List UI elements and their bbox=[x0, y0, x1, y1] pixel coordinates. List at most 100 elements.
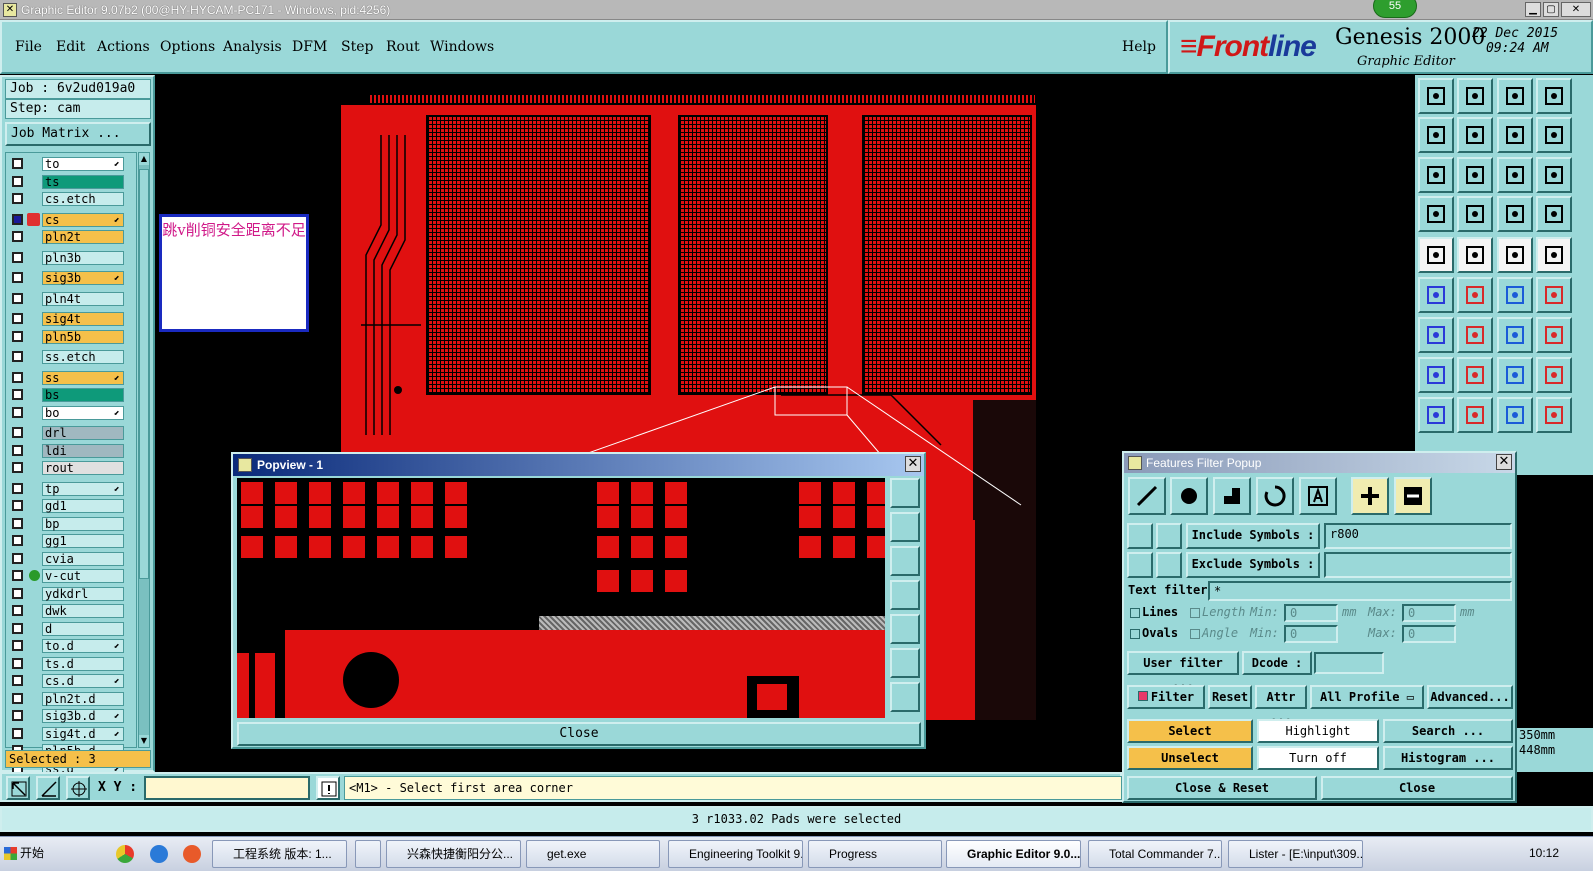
maximize-button[interactable]: ▢ bbox=[1543, 2, 1559, 17]
task-eng-system[interactable]: 工程系统 版本: 1... bbox=[212, 840, 347, 868]
layer-row[interactable]: ss.etch bbox=[8, 350, 124, 364]
layer-row[interactable]: cvia bbox=[8, 551, 124, 566]
pv-zoom-icon[interactable] bbox=[890, 478, 920, 508]
help-icon[interactable] bbox=[1536, 157, 1572, 193]
arc-icon[interactable] bbox=[1497, 317, 1533, 353]
triangle-a-icon[interactable] bbox=[1457, 397, 1493, 433]
layer-name[interactable]: gd1 bbox=[42, 499, 124, 513]
layer-row[interactable]: dwk bbox=[8, 604, 124, 618]
layer-checkbox[interactable] bbox=[12, 535, 23, 546]
pv-pan-left-icon[interactable] bbox=[890, 580, 920, 610]
include-pick2-icon[interactable] bbox=[1156, 523, 1182, 549]
layer-checkbox[interactable] bbox=[12, 158, 23, 169]
triangle-icon[interactable] bbox=[1418, 397, 1454, 433]
start-button[interactable]: 开始 bbox=[2, 840, 52, 868]
task-xingsen[interactable]: 兴森快捷衡阳分公... bbox=[386, 840, 521, 868]
task-lister[interactable]: Lister - [E:\input\309... bbox=[1228, 840, 1363, 868]
pv-pan-down-icon[interactable] bbox=[890, 546, 920, 576]
copy-icon[interactable] bbox=[1536, 357, 1572, 393]
text-filter-input[interactable]: * bbox=[1208, 581, 1512, 601]
layer-row[interactable]: bo ⬋ bbox=[8, 405, 124, 420]
snap-icon[interactable] bbox=[6, 776, 30, 800]
menu-rout[interactable]: Rout bbox=[386, 39, 420, 55]
layer-name[interactable]: sig4t.d ⬋ bbox=[42, 726, 124, 741]
layer-checkbox[interactable] bbox=[12, 482, 23, 494]
layer-checkbox[interactable] bbox=[12, 175, 23, 187]
layer-checkbox[interactable] bbox=[12, 251, 23, 263]
line-dash-icon[interactable] bbox=[1457, 357, 1493, 393]
layer-name[interactable]: ldi bbox=[42, 443, 124, 458]
layer-name[interactable]: ts bbox=[42, 174, 124, 189]
drill-pad-icon[interactable] bbox=[1418, 237, 1454, 273]
layer-row[interactable]: ss ⬋ bbox=[8, 370, 124, 385]
layer-name[interactable]: pln3b bbox=[42, 250, 124, 265]
layer-name[interactable]: dwk bbox=[42, 604, 124, 618]
layer-checkbox[interactable] bbox=[12, 427, 23, 438]
include-symbols-label[interactable]: Include Symbols : bbox=[1186, 523, 1320, 549]
layer-row[interactable]: d bbox=[8, 621, 124, 636]
arrow-point-icon[interactable] bbox=[1536, 277, 1572, 313]
ratio-icon[interactable] bbox=[1497, 157, 1533, 193]
negative-polarity-button[interactable] bbox=[1394, 477, 1432, 515]
snap-line-icon[interactable] bbox=[1536, 196, 1572, 232]
layer-checkbox[interactable] bbox=[12, 213, 23, 225]
menu-dfm[interactable]: DFM bbox=[292, 39, 327, 55]
popview-canvas[interactable] bbox=[237, 478, 885, 718]
sort-icon[interactable] bbox=[1536, 117, 1572, 153]
text-shape-button[interactable] bbox=[1299, 477, 1337, 515]
user-filter-button[interactable]: User filter ... bbox=[1127, 651, 1239, 690]
layer-name[interactable]: pln2t bbox=[42, 230, 124, 244]
layer-name[interactable]: pln4t bbox=[42, 291, 124, 306]
close-reset-button[interactable]: Close & Reset bbox=[1127, 776, 1317, 800]
key-icon[interactable] bbox=[1457, 196, 1493, 232]
layer-checkbox[interactable] bbox=[12, 692, 23, 704]
scroll-down-icon[interactable]: ▼ bbox=[139, 735, 149, 747]
pad-shape-button[interactable] bbox=[1170, 477, 1208, 515]
pv-pan-up-icon[interactable] bbox=[890, 512, 920, 542]
layer-name[interactable]: sig3b ⬋ bbox=[42, 271, 124, 285]
length-checkbox[interactable] bbox=[1190, 608, 1200, 618]
layer-name[interactable]: gg1 bbox=[42, 534, 124, 548]
highlight-button[interactable]: Highlight bbox=[1257, 719, 1379, 743]
popview-close-icon[interactable]: ✕ bbox=[905, 456, 921, 472]
pan-left-icon[interactable] bbox=[1418, 117, 1454, 153]
menu-step[interactable]: Step bbox=[341, 39, 373, 55]
exclude-pick2-icon[interactable] bbox=[1156, 552, 1182, 578]
layer-checkbox[interactable] bbox=[12, 570, 23, 581]
lines-checkbox[interactable] bbox=[1130, 608, 1140, 618]
task-blank[interactable] bbox=[355, 840, 381, 868]
fit-icon[interactable] bbox=[1418, 157, 1454, 193]
task-eng-toolkit[interactable]: Engineering Toolkit 9.... bbox=[668, 840, 803, 868]
layer-row[interactable]: pln5b bbox=[8, 329, 124, 344]
layer-row[interactable]: cs.d ⬋ bbox=[8, 674, 124, 688]
length-max-input[interactable]: 0 bbox=[1402, 604, 1456, 622]
scroll-up-icon[interactable]: ▲ bbox=[139, 153, 149, 165]
layer-name[interactable]: sig3b.d ⬋ bbox=[42, 709, 124, 723]
task-total-commander[interactable]: Total Commander 7.... bbox=[1088, 840, 1222, 868]
advanced-button[interactable]: Advanced... bbox=[1427, 685, 1513, 709]
connect-icon[interactable] bbox=[1418, 277, 1454, 313]
layer-checkbox[interactable] bbox=[12, 727, 23, 739]
layer-row[interactable]: tp ⬋ bbox=[8, 481, 124, 496]
layer-checkbox[interactable] bbox=[12, 675, 23, 686]
browser-icon[interactable] bbox=[183, 845, 201, 863]
unselect-button[interactable]: Unselect bbox=[1127, 746, 1253, 770]
layer-name[interactable]: bs bbox=[42, 388, 124, 402]
target-icon[interactable] bbox=[1497, 357, 1533, 393]
search-button[interactable]: Search ... bbox=[1383, 719, 1513, 743]
measure-icon[interactable] bbox=[36, 776, 60, 800]
layer-checkbox[interactable] bbox=[12, 272, 23, 283]
layer-checkbox[interactable] bbox=[12, 657, 23, 669]
layer-name[interactable]: cs ⬋ bbox=[42, 212, 124, 227]
pan-right-icon[interactable] bbox=[1457, 117, 1493, 153]
layer-name[interactable]: to ⬋ bbox=[42, 157, 124, 171]
pv-fit-icon[interactable] bbox=[890, 648, 920, 678]
exclude-symbols-input[interactable] bbox=[1324, 552, 1512, 578]
split-view-icon[interactable] bbox=[1536, 78, 1572, 114]
layer-name[interactable]: ydkdrl bbox=[42, 586, 124, 601]
grid-icon[interactable] bbox=[66, 776, 90, 800]
layer-checkbox[interactable] bbox=[12, 462, 23, 473]
layer-name[interactable]: rout bbox=[42, 461, 124, 475]
histogram-button[interactable]: Histogram ... bbox=[1383, 746, 1513, 770]
layer-checkbox[interactable] bbox=[12, 351, 23, 362]
